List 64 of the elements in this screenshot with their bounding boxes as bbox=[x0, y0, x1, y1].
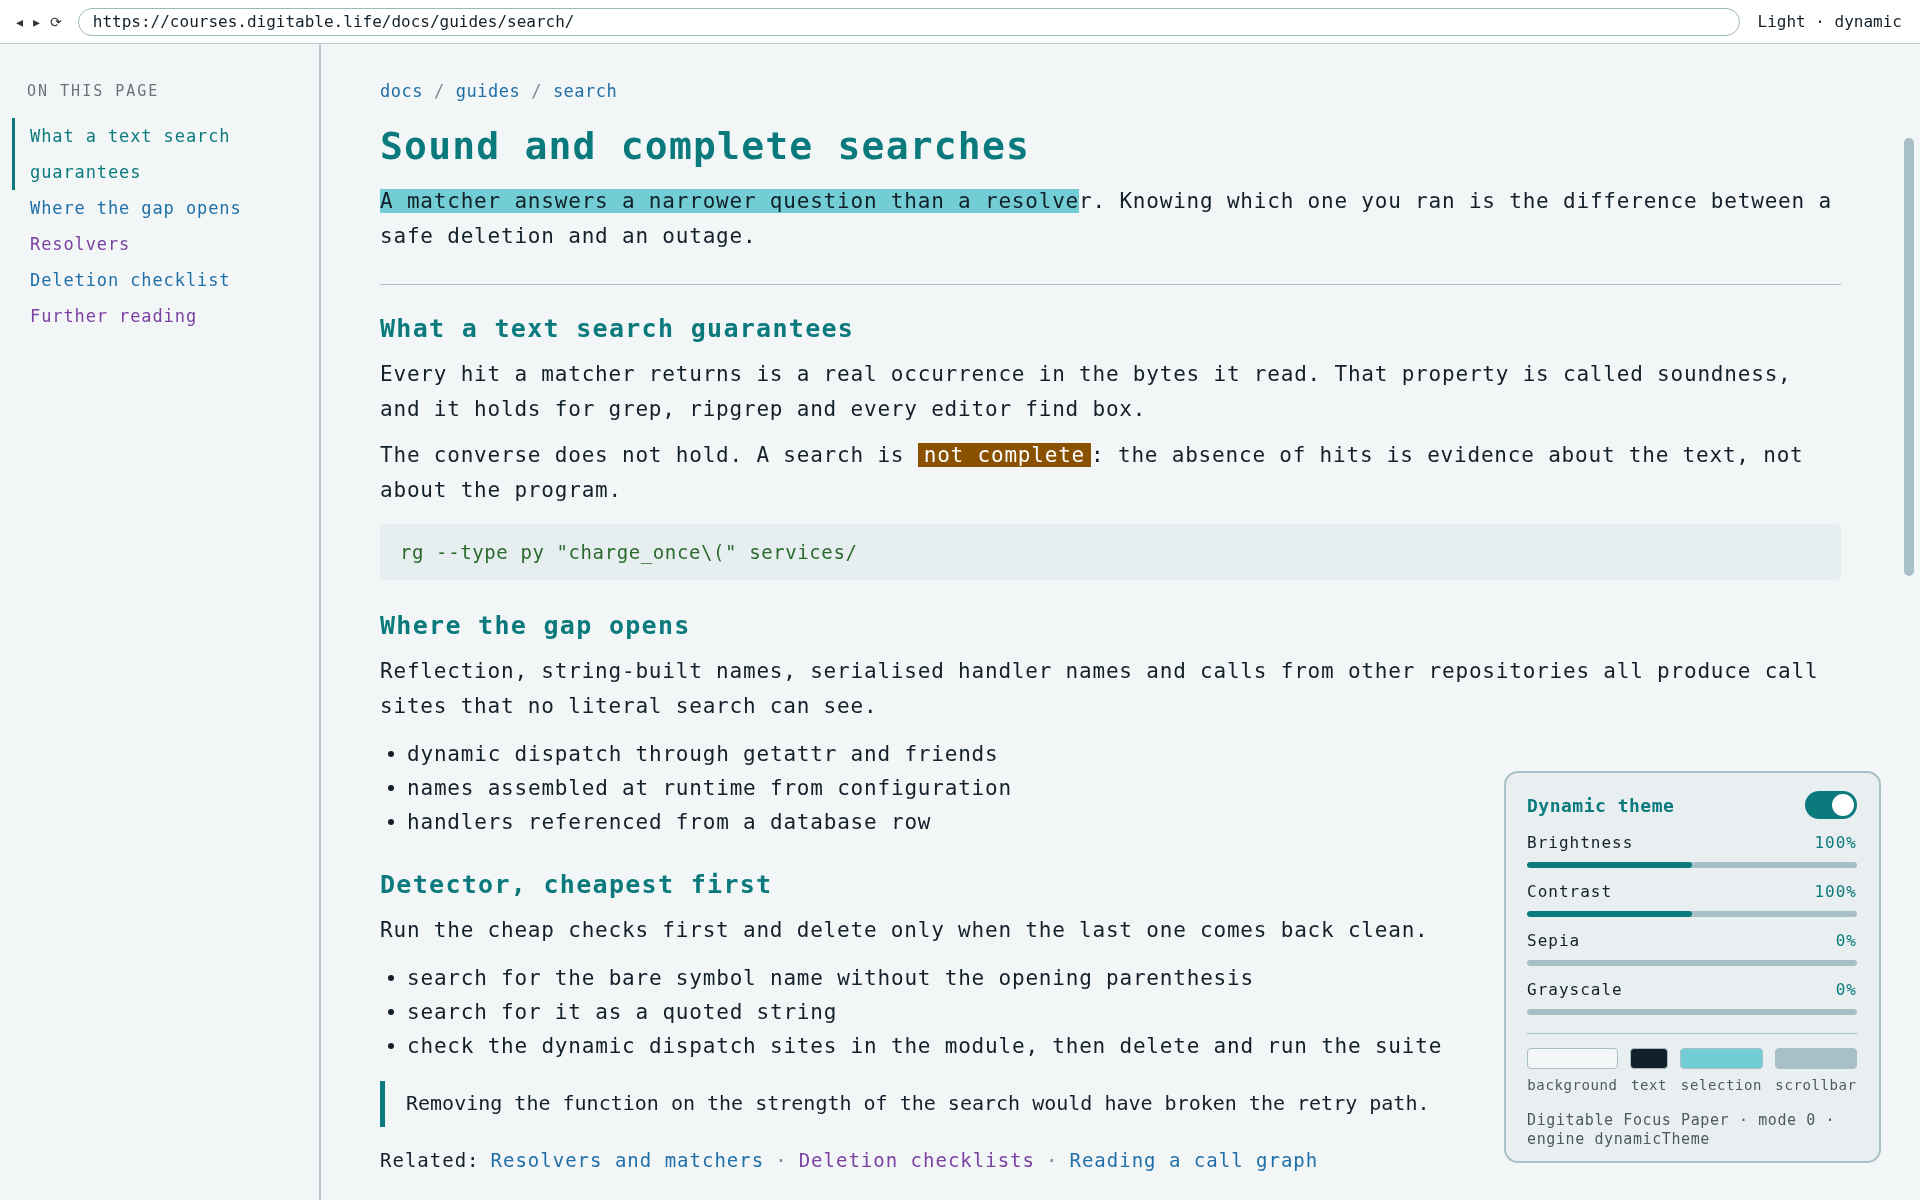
link-separator: · bbox=[1046, 1149, 1059, 1171]
bullet-icon bbox=[388, 785, 394, 791]
toc-link[interactable]: Where the gap opens bbox=[12, 190, 260, 226]
bullet-icon bbox=[388, 751, 394, 757]
related-label: Related: bbox=[380, 1149, 480, 1171]
bullet-icon bbox=[388, 1043, 394, 1049]
nav-button[interactable]: ◂ bbox=[16, 13, 24, 30]
toc-link[interactable]: Further reading bbox=[12, 298, 260, 334]
swatch-label: text bbox=[1630, 1077, 1668, 1093]
toc-heading: ON THIS PAGE bbox=[26, 82, 161, 100]
toc-link[interactable]: Deletion checklist bbox=[12, 262, 260, 298]
slider-label: Grayscale bbox=[1527, 980, 1623, 999]
theme-label: Light · dynamic bbox=[1757, 12, 1902, 31]
panel-title: Dynamic theme bbox=[1527, 794, 1675, 816]
paragraph: Reflection, string-built names, serialised handler names and calls from other repositories all produce call sites that no literal search can see. bbox=[380, 658, 1820, 720]
slider-track[interactable] bbox=[1527, 960, 1857, 966]
page-title: Sound and complete searches bbox=[380, 123, 1032, 170]
related-link[interactable]: Deletion checklists bbox=[798, 1149, 1035, 1171]
paragraph: Every hit a matcher returns is a real occurrence in the bytes it read. That property is called soundness, and it holds for grep, ripgrep and every editor find box. bbox=[380, 361, 1793, 423]
panel-footer: Digitable Focus Paper · mode 0 · engine dynamicTheme bbox=[1527, 1111, 1857, 1149]
swatch-label: selection bbox=[1680, 1077, 1763, 1093]
toc-link[interactable]: What a text search guarantees bbox=[12, 118, 260, 190]
blockquote: Removing the function on the strength of the search would have broken the retry path. bbox=[380, 1081, 1430, 1127]
bullet-icon bbox=[388, 819, 394, 825]
list-item: names assembled at runtime from configuration bbox=[407, 775, 1012, 802]
slider-label: Contrast bbox=[1527, 882, 1613, 901]
slider-label: Sepia bbox=[1527, 931, 1581, 950]
breadcrumb-link[interactable]: guides bbox=[455, 80, 521, 102]
paragraph: Run the cheap checks first and delete only when the last one comes back clean. bbox=[380, 917, 1429, 944]
breadcrumb-separator: / bbox=[433, 80, 445, 102]
section-heading: Detector, cheapest first bbox=[380, 869, 773, 901]
nav-button[interactable]: ▸ bbox=[33, 13, 41, 30]
breadcrumb-link[interactable]: docs bbox=[380, 80, 423, 102]
slider-track[interactable] bbox=[1527, 1009, 1857, 1015]
list-item: search for the bare symbol name without the opening parenthesis bbox=[407, 965, 1254, 992]
list-item: check the dynamic dispatch sites in the module, then delete and run the suite bbox=[407, 1033, 1443, 1060]
breadcrumb-separator: / bbox=[531, 80, 542, 102]
paragraph: The converse does not hold. A search is not complete : the absence of hits is evidence about the text, not about the program. bbox=[380, 442, 1805, 504]
related-link[interactable]: Resolvers and matchers bbox=[490, 1149, 765, 1171]
section-heading: Where the gap opens bbox=[380, 610, 691, 642]
nav-button[interactable]: ⟳ bbox=[50, 13, 62, 30]
slider-value: 0% bbox=[1835, 980, 1857, 999]
list-item: dynamic dispatch through getattr and friends bbox=[407, 741, 999, 768]
related-link[interactable]: Reading a call graph bbox=[1069, 1149, 1319, 1171]
slider-track[interactable] bbox=[1527, 862, 1857, 868]
list-item: search for it as a quoted string bbox=[407, 999, 838, 1026]
list-item: handlers referenced from a database row bbox=[407, 809, 932, 836]
lead-paragraph: A matcher answers a narrower question than a resolve r. Knowing which one you ran is the difference between a safe deletion and an outage. bbox=[380, 188, 1833, 250]
bullet-icon bbox=[388, 1009, 394, 1015]
slider-value: 0% bbox=[1835, 931, 1857, 950]
swatch-label: scrollbar bbox=[1775, 1077, 1857, 1093]
breadcrumb-link[interactable]: search bbox=[552, 80, 618, 102]
swatch-label: background bbox=[1527, 1077, 1618, 1093]
toc-link[interactable]: Resolvers bbox=[12, 226, 260, 262]
code-block: rg --type py "charge_once\(" services/ bbox=[380, 524, 1841, 580]
scrollbar[interactable] bbox=[1904, 138, 1914, 576]
link-separator: · bbox=[775, 1149, 788, 1171]
bullet-icon bbox=[388, 975, 394, 981]
slider-value: 100% bbox=[1814, 833, 1857, 852]
slider-track[interactable] bbox=[1527, 911, 1857, 917]
toggle-switch[interactable] bbox=[1805, 791, 1857, 819]
slider-value: 100% bbox=[1814, 882, 1857, 901]
section-heading: What a text search guarantees bbox=[380, 313, 855, 345]
slider-label: Brightness bbox=[1527, 833, 1634, 852]
